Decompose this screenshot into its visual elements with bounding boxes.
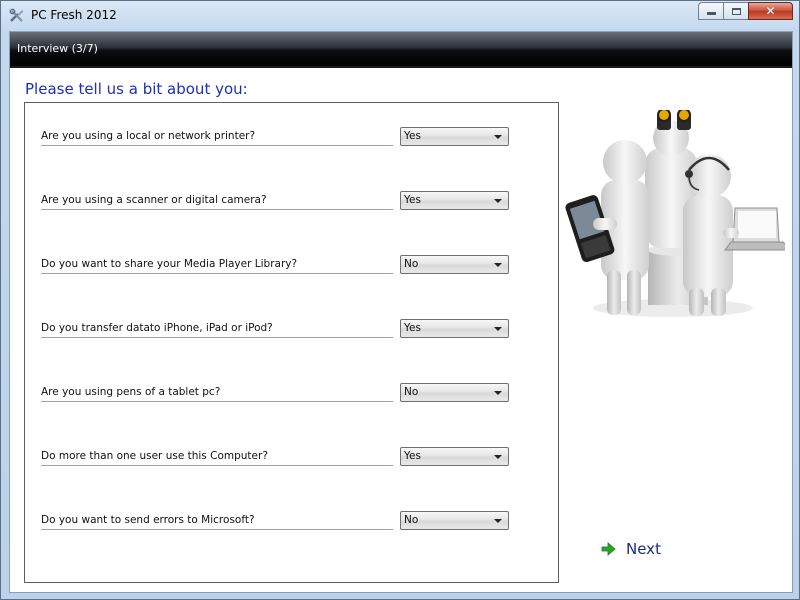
chevron-down-icon xyxy=(494,519,502,523)
answer-dropdown[interactable]: Yes xyxy=(400,447,509,466)
answer-dropdown[interactable]: No xyxy=(400,383,509,402)
question-label: Do you want to send errors to Microsoft? xyxy=(41,513,393,530)
window-controls: ✕ xyxy=(698,2,793,20)
dropdown-value: No xyxy=(404,386,419,398)
chevron-down-icon xyxy=(494,455,502,459)
close-button[interactable]: ✕ xyxy=(748,2,793,20)
answer-dropdown[interactable]: No xyxy=(400,511,509,530)
chevron-down-icon xyxy=(494,263,502,267)
dropdown-value: No xyxy=(404,514,419,526)
maximize-icon xyxy=(731,7,741,15)
maximize-button[interactable] xyxy=(723,2,749,20)
close-icon: ✕ xyxy=(765,4,776,18)
question-label: Do you want to share your Media Player L… xyxy=(41,257,393,274)
window-title: PC Fresh 2012 xyxy=(31,8,117,22)
interview-form: Are you using a local or network printer… xyxy=(24,102,559,583)
dropdown-value: Yes xyxy=(404,322,421,334)
page-heading: Please tell us a bit about you: xyxy=(25,80,248,98)
step-label: Interview (3/7) xyxy=(17,42,98,55)
answer-dropdown[interactable]: Yes xyxy=(400,127,509,146)
step-header: Interview (3/7) xyxy=(10,32,792,68)
arrow-right-icon xyxy=(600,541,616,557)
answer-dropdown[interactable]: No xyxy=(400,255,509,274)
question-label: Are you using pens of a tablet pc? xyxy=(41,385,393,402)
chevron-down-icon xyxy=(494,391,502,395)
chevron-down-icon xyxy=(494,199,502,203)
minimize-icon xyxy=(706,12,716,15)
chevron-down-icon xyxy=(494,135,502,139)
dropdown-value: Yes xyxy=(404,130,421,142)
app-icon xyxy=(9,8,25,24)
minimize-button[interactable] xyxy=(698,2,724,20)
question-label: Do you transfer datato iPhone, iPad or i… xyxy=(41,321,393,338)
chevron-down-icon xyxy=(494,327,502,331)
main-content: Interview (3/7) Please tell us a bit abo… xyxy=(9,31,793,593)
app-window: PC Fresh 2012 ✕ Interview (3/7) Please t… xyxy=(0,0,800,600)
answer-dropdown[interactable]: Yes xyxy=(400,191,509,210)
people-devices-illustration xyxy=(563,108,793,320)
dropdown-value: No xyxy=(404,258,419,270)
question-label: Do more than one user use this Computer? xyxy=(41,449,393,466)
next-button[interactable]: Next xyxy=(600,540,661,558)
dropdown-value: Yes xyxy=(404,450,421,462)
question-label: Are you using a scanner or digital camer… xyxy=(41,193,393,210)
question-label: Are you using a local or network printer… xyxy=(41,129,393,146)
next-label: Next xyxy=(626,540,661,558)
dropdown-value: Yes xyxy=(404,194,421,206)
answer-dropdown[interactable]: Yes xyxy=(400,319,509,338)
title-bar[interactable]: PC Fresh 2012 ✕ xyxy=(1,1,799,31)
